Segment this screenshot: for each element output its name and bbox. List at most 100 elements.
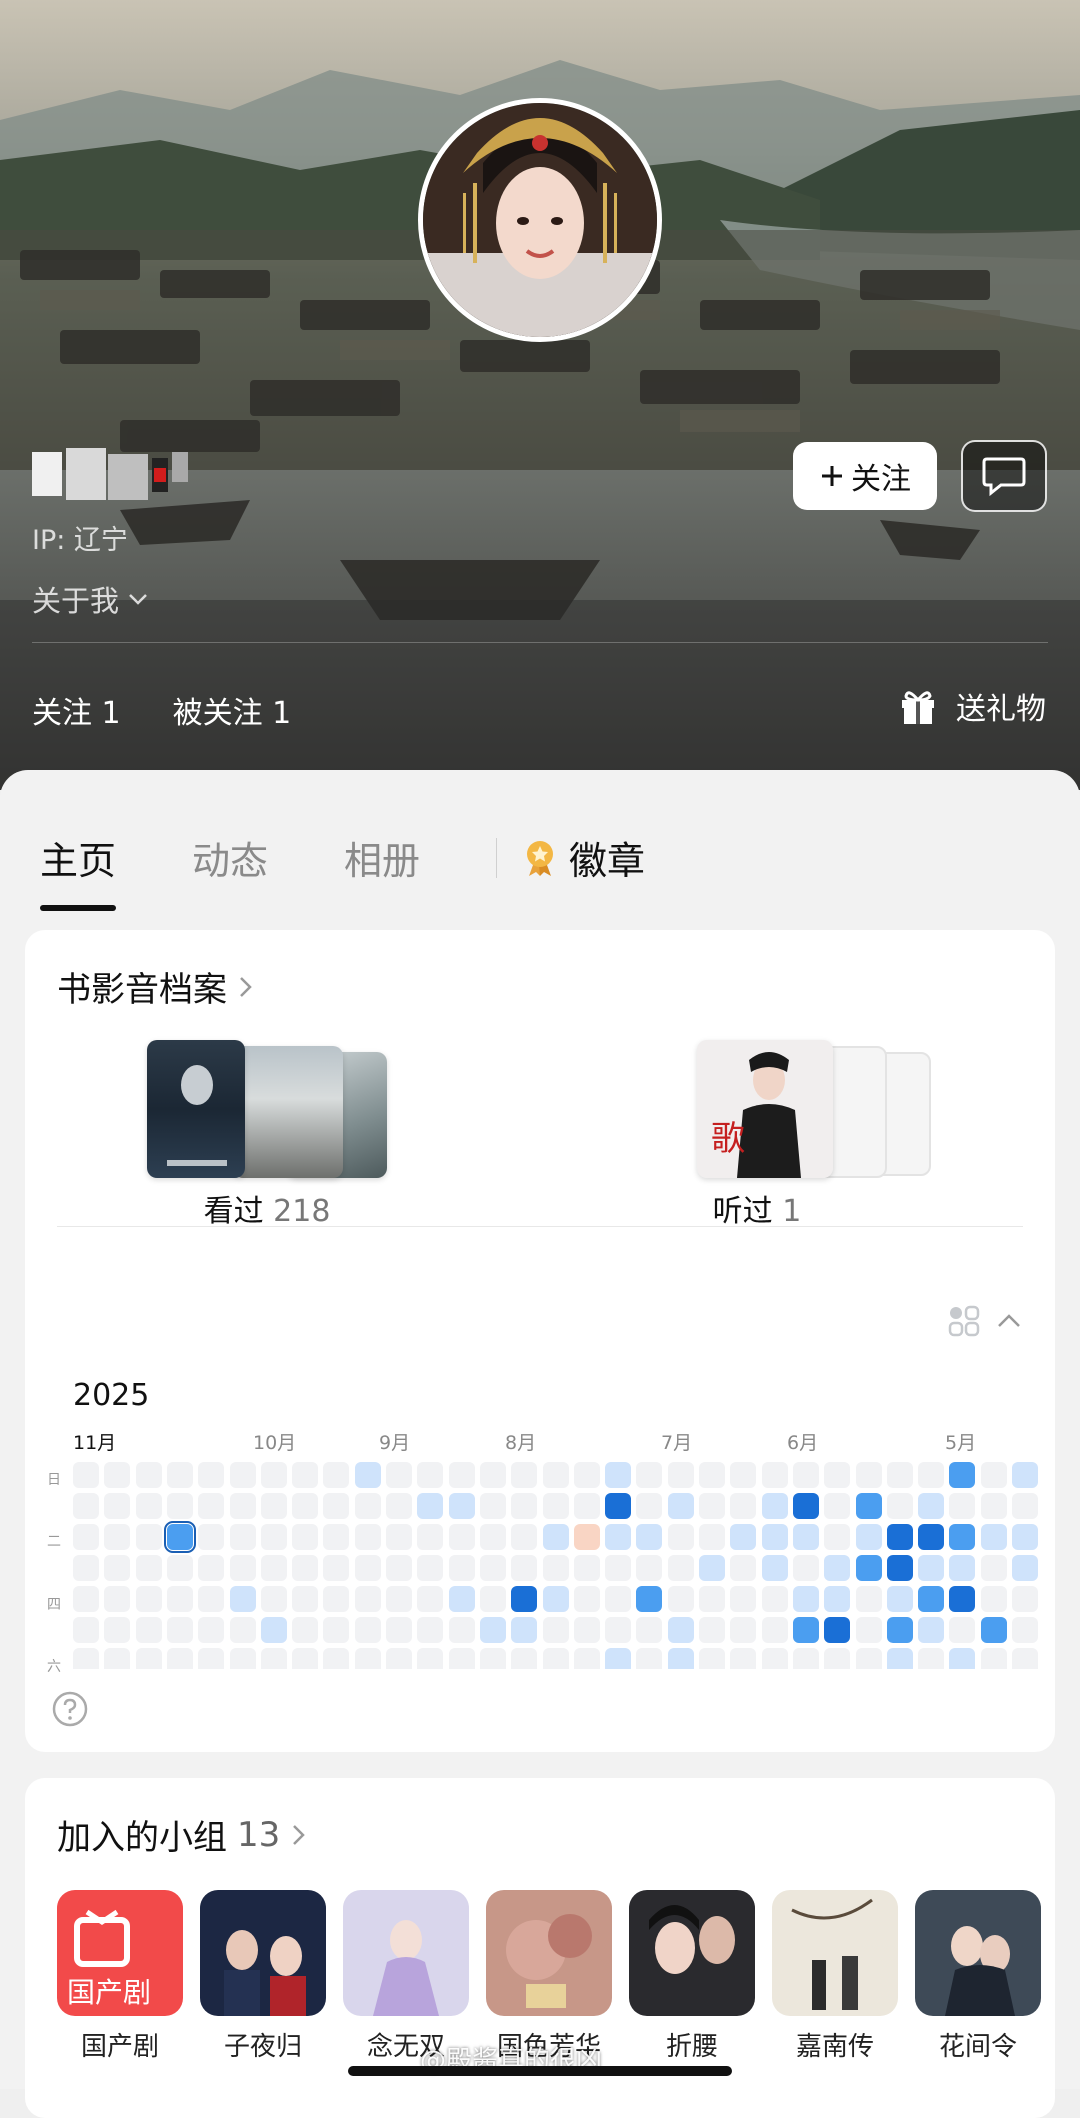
heatmap-cell[interactable]: [135, 1555, 162, 1581]
tab-album[interactable]: 相册: [344, 830, 420, 885]
heatmap-cell[interactable]: [292, 1524, 319, 1550]
heatmap-cell[interactable]: [104, 1617, 131, 1643]
heatmap-cell[interactable]: [135, 1524, 162, 1550]
heatmap-cell[interactable]: [417, 1493, 444, 1519]
heatmap-cell[interactable]: [135, 1462, 162, 1488]
heatmap-cell[interactable]: [386, 1648, 412, 1669]
heatmap-cell[interactable]: [417, 1648, 444, 1669]
heatmap-cell[interactable]: [163, 1521, 196, 1553]
heatmap-cell[interactable]: [323, 1617, 350, 1643]
heatmap-cell[interactable]: [417, 1586, 444, 1612]
heatmap-cell[interactable]: [573, 1493, 600, 1519]
archive-header[interactable]: 书影音档案: [57, 962, 255, 1011]
heatmap-cell[interactable]: [448, 1648, 475, 1669]
about-me-toggle[interactable]: 关于我: [32, 578, 149, 620]
group-item[interactable]: 念无双: [343, 1890, 469, 2063]
heatmap-cell[interactable]: [292, 1462, 319, 1488]
heatmap-cell[interactable]: [260, 1586, 287, 1612]
heatmap-cell[interactable]: [605, 1524, 632, 1550]
message-button[interactable]: [961, 440, 1047, 512]
group-item[interactable]: 国产剧 国产剧: [57, 1890, 183, 2063]
heatmap-cell[interactable]: [667, 1493, 694, 1519]
heatmap-cell[interactable]: [292, 1648, 319, 1669]
heatmap-cell[interactable]: [918, 1586, 945, 1612]
heatmap-cell[interactable]: [198, 1462, 225, 1488]
heatmap-cell[interactable]: [761, 1617, 788, 1643]
heatmap-cell[interactable]: [636, 1617, 663, 1643]
heatmap-cell[interactable]: [605, 1586, 632, 1612]
heatmap-cell[interactable]: [479, 1555, 506, 1581]
heatmap-cell[interactable]: [135, 1617, 162, 1643]
heatmap-cell[interactable]: [354, 1493, 381, 1519]
heatmap-cell[interactable]: [886, 1462, 913, 1488]
heatmap-cell[interactable]: [73, 1617, 99, 1643]
heatmap-cell[interactable]: [636, 1524, 663, 1550]
heatmap-cell[interactable]: [636, 1493, 663, 1519]
heatmap-cell[interactable]: [323, 1524, 350, 1550]
heatmap-cell[interactable]: [198, 1493, 225, 1519]
follow-button[interactable]: 关注: [793, 442, 937, 510]
watched-stack[interactable]: 看过 218: [147, 1040, 387, 1229]
heatmap-cell[interactable]: [667, 1648, 694, 1669]
heatmap-cell[interactable]: [73, 1586, 99, 1612]
heatmap-cell[interactable]: [292, 1586, 319, 1612]
heatmap-cell[interactable]: [918, 1555, 945, 1581]
heatmap-cell[interactable]: [73, 1493, 99, 1519]
heatmap-cell[interactable]: [542, 1617, 569, 1643]
heatmap-cell[interactable]: [824, 1617, 851, 1643]
heatmap-cell[interactable]: [448, 1524, 475, 1550]
tab-badges[interactable]: 徽章: [523, 830, 645, 885]
heatmap-cell[interactable]: [260, 1555, 287, 1581]
heatmap-cell[interactable]: [855, 1617, 882, 1643]
heatmap-cell[interactable]: [855, 1524, 882, 1550]
group-item[interactable]: 折腰: [629, 1890, 755, 2063]
heatmap-cell[interactable]: [542, 1493, 569, 1519]
heatmap-cell[interactable]: [1012, 1648, 1038, 1669]
following-count[interactable]: 关注 1: [32, 688, 121, 732]
heatmap-cell[interactable]: [855, 1586, 882, 1612]
heatmap-cell[interactable]: [949, 1648, 976, 1669]
heatmap-cell[interactable]: [511, 1462, 538, 1488]
heatmap-cell[interactable]: [699, 1555, 725, 1581]
listened-stack[interactable]: 歌 听过 1: [697, 1040, 937, 1229]
heatmap-cell[interactable]: [229, 1524, 256, 1550]
heatmap-cell[interactable]: [479, 1648, 506, 1669]
heatmap-cell[interactable]: [104, 1493, 131, 1519]
avatar[interactable]: [418, 98, 662, 342]
heatmap-cell[interactable]: [636, 1586, 663, 1612]
heatmap-cell[interactable]: [73, 1648, 99, 1669]
heatmap-cell[interactable]: [1012, 1493, 1038, 1519]
heatmap-cell[interactable]: [792, 1648, 819, 1669]
heatmap-cell[interactable]: [573, 1617, 600, 1643]
chevron-up-icon[interactable]: [995, 1311, 1023, 1331]
heatmap-cell[interactable]: [511, 1586, 538, 1612]
heatmap-cell[interactable]: [699, 1493, 725, 1519]
heatmap-cell[interactable]: [699, 1524, 725, 1550]
heatmap-cell[interactable]: [855, 1555, 882, 1581]
heatmap-cell[interactable]: [761, 1493, 788, 1519]
heatmap-cell[interactable]: [260, 1617, 287, 1643]
heatmap-cell[interactable]: [886, 1524, 913, 1550]
heatmap-cell[interactable]: [166, 1555, 193, 1581]
heatmap-cell[interactable]: [730, 1648, 757, 1669]
heatmap-cell[interactable]: [292, 1555, 319, 1581]
home-indicator[interactable]: [348, 2066, 732, 2076]
heatmap-cell[interactable]: [260, 1524, 287, 1550]
heatmap-cell[interactable]: [386, 1524, 412, 1550]
heatmap-cell[interactable]: [855, 1648, 882, 1669]
heatmap-cell[interactable]: [792, 1524, 819, 1550]
heatmap-cell[interactable]: [479, 1586, 506, 1612]
heatmap-cell[interactable]: [699, 1617, 725, 1643]
tab-home[interactable]: 主页: [40, 830, 117, 911]
heatmap-cell[interactable]: [824, 1648, 851, 1669]
heatmap-cell[interactable]: [855, 1493, 882, 1519]
heatmap-cell[interactable]: [229, 1462, 256, 1488]
heatmap-cell[interactable]: [73, 1555, 99, 1581]
heatmap-cell[interactable]: [511, 1493, 538, 1519]
heatmap-cell[interactable]: [386, 1555, 412, 1581]
heatmap-cell[interactable]: [448, 1493, 475, 1519]
heatmap-cell[interactable]: [667, 1617, 694, 1643]
heatmap-cell[interactable]: [605, 1493, 632, 1519]
group-item[interactable]: 花间令: [915, 1890, 1041, 2063]
heatmap-cell[interactable]: [104, 1648, 131, 1669]
